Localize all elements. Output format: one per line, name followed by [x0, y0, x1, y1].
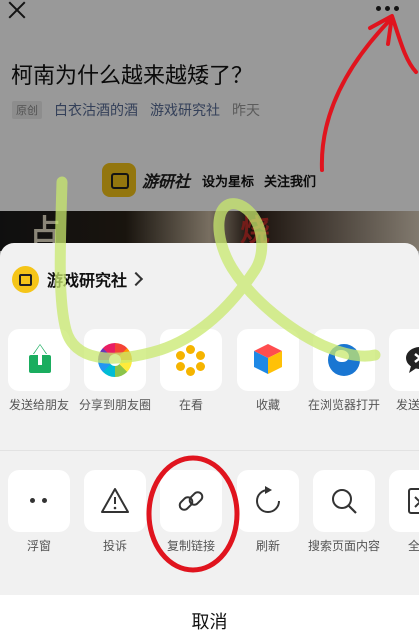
green-scribble [54, 176, 381, 364]
annotation-layer [54, 14, 418, 573]
red-circle-annotation [146, 455, 240, 573]
red-arrow-annotation [319, 14, 418, 172]
